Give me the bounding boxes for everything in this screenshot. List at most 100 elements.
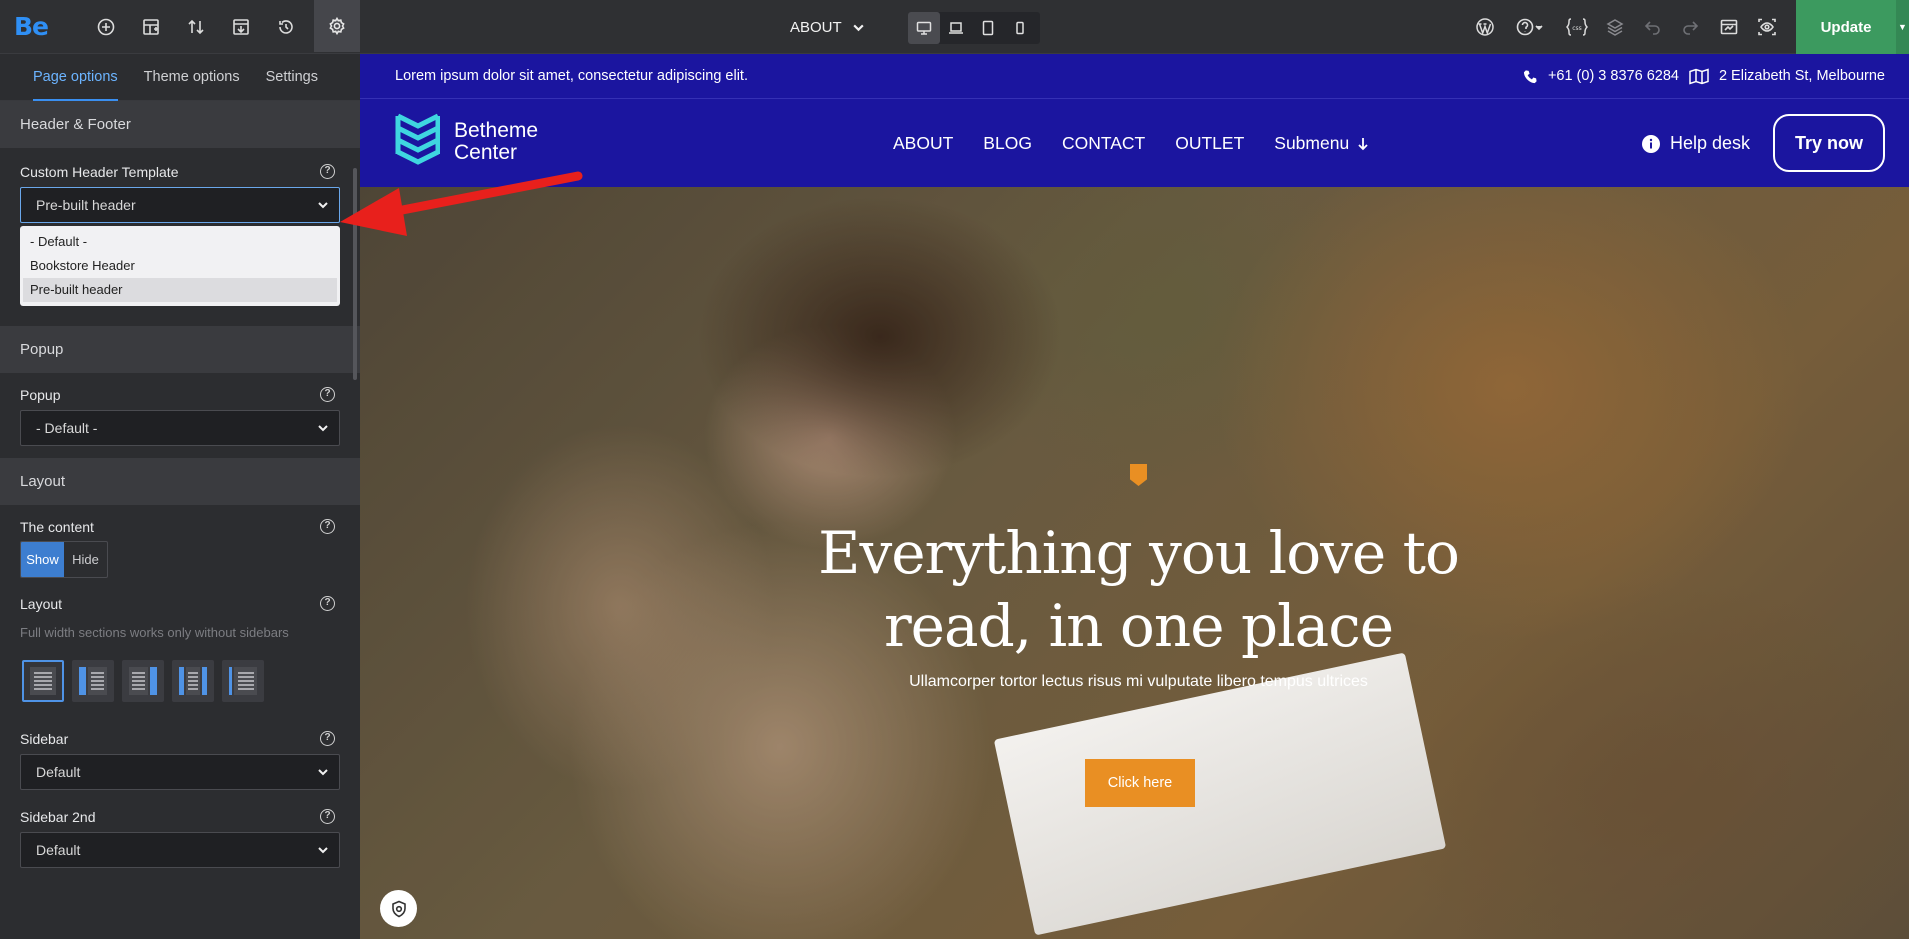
popup-label: Popup ?	[0, 384, 360, 406]
page-selector-label: ABOUT	[790, 18, 842, 36]
hero-section: Everything you love to read, in one plac…	[360, 187, 1909, 939]
option-bookstore-header[interactable]: Bookstore Header	[23, 254, 337, 278]
wordpress-icon[interactable]	[1466, 8, 1504, 46]
help-icon[interactable]: ?	[320, 731, 335, 746]
hero-title-line-2: read, in one place	[883, 592, 1394, 660]
layout-left-sidebar-icon[interactable]	[72, 660, 114, 702]
mobile-icon[interactable]	[1004, 12, 1036, 44]
layers-icon[interactable]	[1596, 8, 1634, 46]
layout-right-sidebar-icon[interactable]	[122, 660, 164, 702]
preview-icon[interactable]	[1710, 8, 1748, 46]
chevron-down-icon	[853, 24, 864, 31]
chevron-down-icon	[318, 202, 328, 209]
layout-both-sidebars-icon[interactable]	[172, 660, 214, 702]
help-icon[interactable]: ?	[320, 596, 335, 611]
site-top-bar: Lorem ipsum dolor sit amet, consectetur …	[360, 54, 1909, 98]
layout-label-text: Layout	[20, 596, 63, 612]
click-here-button[interactable]: Click here	[1085, 759, 1195, 807]
logo-line-2: Center	[454, 141, 518, 164]
sidebar-select[interactable]: Default	[20, 754, 340, 790]
brand-logo[interactable]: Be	[14, 8, 66, 46]
structure-icon[interactable]	[132, 8, 170, 46]
tab-page-options[interactable]: Page options	[20, 54, 131, 101]
eye-icon[interactable]	[1748, 8, 1786, 46]
site-logo[interactable]: Betheme Center	[395, 113, 538, 171]
hero-title-line-1: Everything you love to	[818, 519, 1460, 587]
bookmark-icon	[1130, 464, 1147, 486]
layout-no-sidebar-icon[interactable]	[22, 660, 64, 702]
logo-line-1: Betheme	[454, 119, 539, 142]
help-icon[interactable]: ?	[320, 387, 335, 402]
builder-toolbar: Be ABOUT css Update ▼	[0, 0, 1909, 54]
tab-settings[interactable]: Settings	[253, 54, 331, 101]
sidebar-scrollbar[interactable]	[353, 168, 357, 380]
help-desk-label: Help desk	[1670, 133, 1751, 153]
address: 2 Elizabeth St, Melbourne	[1718, 68, 1885, 84]
logo-text: Betheme Center	[454, 120, 538, 164]
custom-header-template-value: Pre-built header	[36, 197, 136, 213]
laptop-icon[interactable]	[940, 12, 972, 44]
import-icon[interactable]	[222, 8, 260, 46]
main-navigation: ABOUT BLOG CONTACT OUTLET Submenu	[893, 99, 1369, 188]
sidebar-tabs: Page options Theme options Settings	[0, 54, 360, 101]
shield-icon[interactable]	[380, 890, 417, 927]
add-icon[interactable]	[87, 8, 125, 46]
site-header: Betheme Center ABOUT BLOG CONTACT OUTLET…	[360, 98, 1909, 187]
map-icon	[1689, 67, 1709, 85]
custom-header-template-options: - Default - Bookstore Header Pre-built h…	[20, 226, 340, 306]
chevron-down-icon	[318, 847, 328, 854]
option-pre-built-header[interactable]: Pre-built header	[23, 278, 337, 302]
update-button[interactable]: Update	[1796, 0, 1896, 54]
desktop-icon[interactable]	[908, 12, 940, 44]
hero-title: Everything you love to read, in one plac…	[360, 517, 1909, 663]
svg-text:css: css	[1572, 25, 1582, 32]
nav-item-blog[interactable]: BLOG	[983, 133, 1032, 154]
help-icon[interactable]: ?	[320, 519, 335, 534]
sidebar-label-text: Sidebar	[20, 731, 69, 747]
nav-item-submenu[interactable]: Submenu	[1274, 133, 1369, 154]
tablet-icon[interactable]	[972, 12, 1004, 44]
content-visibility-toggle: Show Hide	[20, 541, 108, 578]
arrow-down-icon	[1358, 137, 1368, 150]
sort-icon[interactable]	[177, 8, 215, 46]
help-icon[interactable]	[1506, 8, 1554, 46]
nav-item-contact[interactable]: CONTACT	[1062, 133, 1145, 154]
device-switcher	[908, 12, 1040, 44]
the-content-label: The content ?	[0, 516, 360, 538]
custom-header-template-select[interactable]: Pre-built header	[20, 187, 340, 223]
phone-icon	[1523, 69, 1537, 83]
section-popup: Popup	[0, 326, 360, 373]
layout-offcanvas-sidebar-icon[interactable]	[222, 660, 264, 702]
custom-header-template-label: Custom Header Template ?	[0, 161, 360, 183]
help-icon[interactable]: ?	[320, 164, 335, 179]
history-icon[interactable]	[267, 8, 305, 46]
sidebar-2nd-label: Sidebar 2nd ?	[0, 806, 360, 828]
sidebar-2nd-label-text: Sidebar 2nd	[20, 809, 96, 825]
settings-icon[interactable]	[314, 0, 360, 52]
nav-item-about[interactable]: ABOUT	[893, 133, 953, 154]
undo-icon[interactable]	[1634, 8, 1672, 46]
top-bar-text: Lorem ipsum dolor sit amet, consectetur …	[395, 68, 748, 84]
help-desk-link[interactable]: Help desk	[1641, 99, 1750, 188]
sidebar-2nd-select[interactable]: Default	[20, 832, 340, 868]
tab-theme-options[interactable]: Theme options	[131, 54, 253, 101]
update-options-caret-icon[interactable]: ▼	[1896, 0, 1909, 54]
redo-icon[interactable]	[1671, 8, 1709, 46]
phone-number[interactable]: +61 (0) 3 8376 6284	[1548, 54, 1679, 98]
help-icon[interactable]: ?	[320, 809, 335, 824]
nav-item-outlet[interactable]: OUTLET	[1175, 133, 1244, 154]
layout-label: Layout ?	[0, 593, 360, 615]
hide-button[interactable]: Hide	[64, 542, 107, 577]
option-default[interactable]: - Default -	[23, 230, 337, 254]
try-now-button[interactable]: Try now	[1773, 114, 1885, 172]
sidebar-label: Sidebar ?	[0, 728, 360, 750]
sidebar-value: Default	[36, 764, 81, 780]
chevron-down-icon	[318, 769, 328, 776]
custom-header-template-text: Custom Header Template	[20, 164, 179, 180]
hero-subtitle: Ullamcorper tortor lectus risus mi vulpu…	[909, 673, 1368, 690]
popup-select[interactable]: - Default -	[20, 410, 340, 446]
betheme-logo-icon	[395, 113, 440, 165]
css-icon[interactable]: css	[1558, 8, 1596, 46]
show-button[interactable]: Show	[21, 542, 64, 577]
page-selector[interactable]: ABOUT	[790, 8, 865, 46]
